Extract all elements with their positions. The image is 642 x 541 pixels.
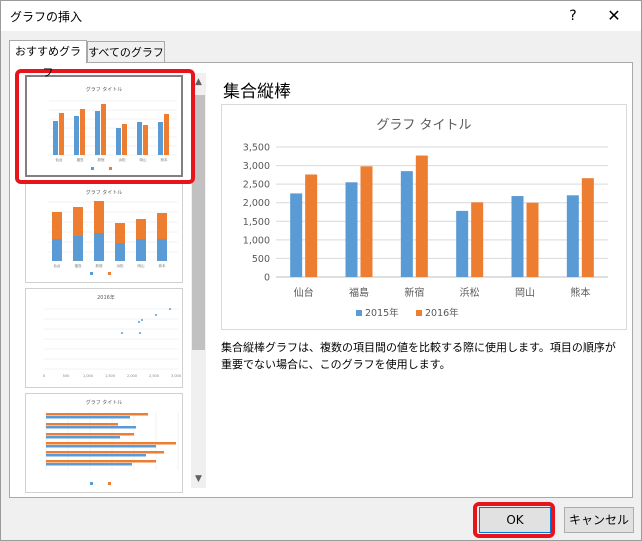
y-tick-label: 1,500 (243, 217, 270, 228)
legend-swatch (416, 310, 422, 316)
bar-series1 (400, 171, 413, 277)
bar-series2 (526, 202, 539, 277)
x-tick-label: 福島 (349, 286, 369, 299)
tab-recommended-charts[interactable]: おすすめグラフ (9, 40, 87, 79)
close-button[interactable]: ✕ (601, 5, 627, 27)
y-tick-label: 3,500 (243, 143, 270, 154)
bar-series2 (471, 202, 484, 277)
thumbnail-title: グラフ タイトル (86, 399, 123, 406)
x-tick-label: 新宿 (404, 286, 424, 299)
chart-description: 集合縦棒グラフは、複数の項目間の値を比較する際に使用します。項目の順序が重要でな… (221, 341, 616, 371)
chart-preview: グラフ タイトル 0 500 1,000 1,500 2,000 2,500 3,000 3,… (221, 104, 627, 330)
thumbnail-stacked-column-image: グラフ タイトル 仙台 福島 新宿 浜松 岡山 熊本 (48, 189, 178, 275)
svg-text:0: 0 (43, 374, 45, 378)
bar-series2 (581, 178, 594, 277)
y-tick-label: 2,000 (243, 198, 270, 209)
bar-series1 (345, 182, 358, 277)
selection-highlight-thumbnail (15, 69, 195, 184)
chart-type-title: 集合縦棒 (223, 82, 291, 102)
selection-highlight-ok (473, 502, 555, 538)
bar-series1 (290, 193, 303, 277)
title-bar: グラフの挿入 ? ✕ (1, 1, 641, 31)
svg-text:熊本: 熊本 (159, 263, 166, 268)
x-tick-label: 浜松 (460, 286, 480, 299)
legend-label: 2016年 (425, 307, 459, 319)
svg-text:仙台: 仙台 (54, 263, 61, 268)
cancel-button[interactable]: キャンセル (564, 507, 634, 533)
x-tick-label: 熊本 (570, 286, 590, 299)
svg-text:福島: 福島 (75, 263, 82, 268)
svg-text:浜松: 浜松 (117, 263, 124, 268)
y-tick-label: 2,500 (243, 180, 270, 191)
svg-text:2,500: 2,500 (149, 374, 159, 378)
thumbnail-title: 2016年 (97, 294, 115, 301)
y-tick-label: 0 (264, 273, 270, 284)
svg-text:1,000: 1,000 (83, 374, 93, 378)
thumbnail-scatter-image: 2016年 0 500 1,000 1,500 2,000 2,500 3,000 (43, 294, 181, 378)
thumbnail-clustered-bar-image: グラフ タイトル (45, 399, 179, 485)
y-tick-label: 3,000 (243, 161, 270, 172)
x-tick-label: 仙台 (294, 286, 314, 299)
bar-series2 (415, 155, 428, 277)
thumbnail-clustered-bar[interactable]: グラフ タイトル (25, 393, 183, 493)
bar-series1 (456, 210, 469, 277)
bar-series2 (305, 174, 318, 277)
svg-text:2,000: 2,000 (127, 374, 137, 378)
legend-swatch (356, 310, 362, 316)
svg-text:岡山: 岡山 (138, 263, 145, 268)
thumbnail-scatter[interactable]: 2016年 0 500 1,000 1,500 2,000 2,500 3,000 (25, 288, 183, 388)
svg-text:500: 500 (63, 374, 70, 378)
bar-series2 (360, 166, 373, 277)
dialog-title: グラフの挿入 (10, 10, 83, 24)
scroll-down-arrow-icon[interactable]: ▼ (191, 470, 206, 488)
legend-label: 2015年 (365, 307, 399, 319)
bar-series1 (566, 195, 579, 277)
thumbnail-title: グラフ タイトル (86, 189, 123, 196)
thumbnail-stacked-column[interactable]: グラフ タイトル 仙台 福島 新宿 浜松 岡山 熊本 (25, 183, 183, 283)
chart-preview-image: グラフ タイトル 0 500 1,000 1,500 2,000 2,500 3,000 3,… (243, 118, 608, 319)
svg-text:1,500: 1,500 (105, 374, 115, 378)
chart-title: グラフ タイトル (376, 118, 471, 133)
bar-series1 (511, 196, 524, 277)
svg-text:新宿: 新宿 (96, 263, 103, 268)
y-tick-label: 500 (252, 254, 270, 265)
svg-text:3,000: 3,000 (171, 374, 181, 378)
x-tick-label: 岡山 (515, 287, 535, 299)
y-tick-label: 1,000 (243, 235, 270, 246)
tab-all-charts[interactable]: すべてのグラフ (87, 41, 165, 62)
help-button[interactable]: ? (561, 5, 585, 27)
insert-chart-dialog: グラフの挿入 ? ✕ おすすめグラフ すべてのグラフ グラフ タイトル 仙台 福島… (0, 0, 642, 541)
